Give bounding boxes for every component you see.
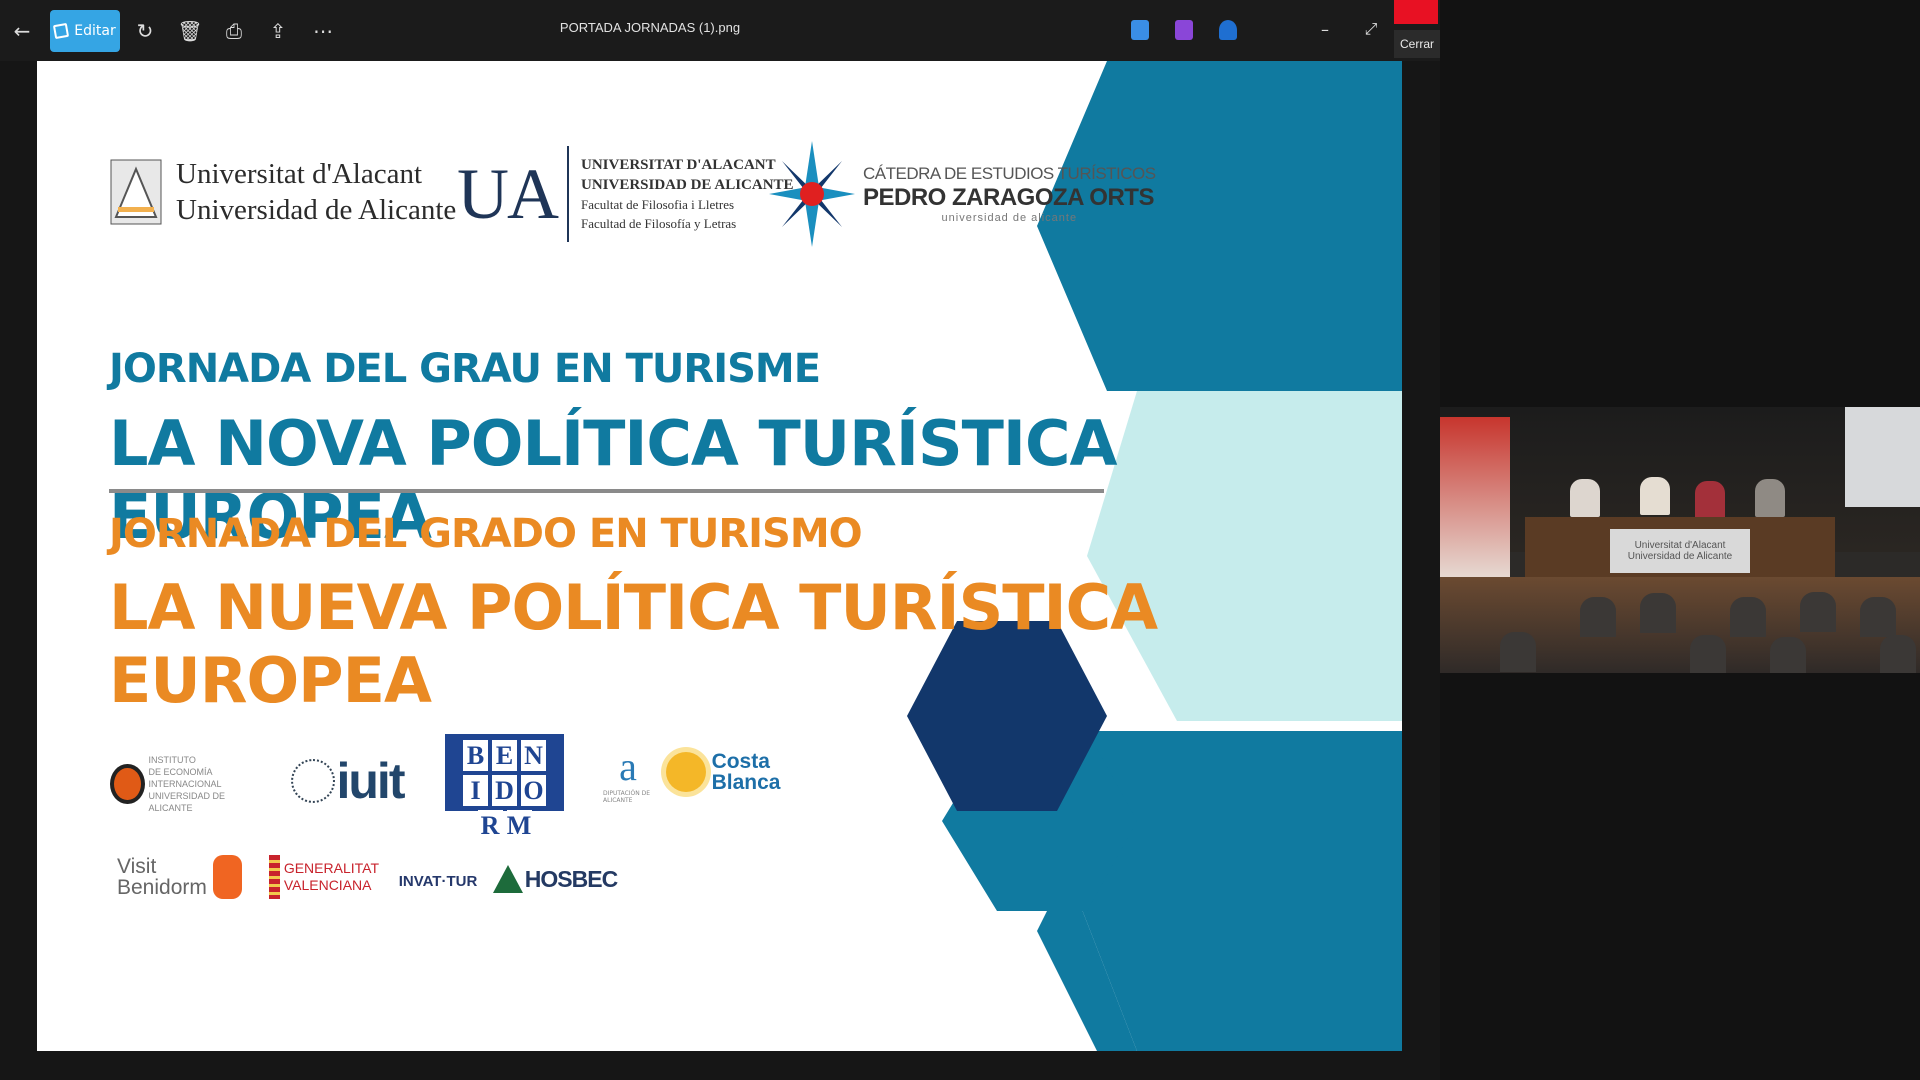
audience-member [1880,635,1916,673]
logo-iuit: iuit [287,736,407,826]
logo-instituto-economia-internacional: INSTITUTO DE ECONOMÍA INTERNACIONAL UNIV… [110,747,250,821]
file-title: PORTADA JORNADAS (1).png [559,20,741,35]
audience-member [1730,597,1766,637]
audience-member [1860,597,1896,637]
edit-button[interactable]: Editar [50,10,120,52]
logo-visit-benidorm: Visit Benidorm [117,847,242,907]
speaker [1695,481,1725,519]
logo-hosbec: HOSBEC [492,853,618,905]
app-icon-1[interactable] [1131,20,1149,40]
video-projector-screen [1845,407,1920,507]
spanish-title: LA NUEVA POLÍTICA TURÍSTICA EUROPEA [109,571,1158,717]
video-feed-conference-room: Universitat d'Alacant Universidad de Ali… [1440,407,1920,673]
photo-viewer-window: ← Editar ↻ 🗑 ⎙ ⇪ ⋯ PORTADA JORNADAS (1).… [0,0,1440,1080]
alicante-caption: DIPUTACIÓN DE ALICANTE [603,789,651,804]
sun-icon [665,752,706,792]
app-icon-2[interactable] [1175,20,1193,40]
benidorm-letter: B [463,740,488,771]
rotate-icon[interactable]: ↻ [125,10,165,52]
audience-member [1500,632,1536,672]
gva-line-2: VALENCIANA [283,877,372,893]
sign-line-2: Universidad de Alicante [1627,551,1733,562]
sign-line-1: Universitat d'Alacant [1634,540,1726,551]
video-roll-up-banner [1440,417,1510,587]
ua-line-1: Universitat d'Alacant [176,158,423,190]
iei-line-3: INTERNACIONAL [148,779,222,789]
catedra-line-2: PEDRO ZARAGOZA ORTS [863,184,1154,211]
app-icon-3[interactable] [1219,20,1237,40]
gva-line-1: GENERALITAT [283,860,379,876]
logo-facultad-filosofia: UA UNIVERSITAT D'ALACANT UNIVERSIDAD DE … [457,146,794,242]
audience-member [1770,637,1806,673]
audience-member [1690,635,1726,673]
ua-monogram: UA [457,146,569,242]
spanish-subtitle: JORNADA DEL GRADO EN TURISMO [109,511,863,557]
benidorm-letter: I [463,775,488,806]
iei-line-2: DE ECONOMÍA [148,767,213,777]
alicante-mark: a [619,743,637,789]
back-arrow-icon[interactable]: ← [2,10,42,52]
gva-shield-icon [269,855,280,899]
ua-fac-line-4: Facultad de Filosofía y Letras [581,216,737,231]
audience-member [1800,592,1836,632]
ua-emblem-icon [110,159,162,225]
logo-benidorm: B E N I D O R M [445,734,564,841]
logo-diputacion-alicante: a DIPUTACIÓN DE ALICANTE [603,734,653,812]
speaker [1570,479,1600,517]
iuit-text: iuit [336,753,406,809]
visit-line-1: Visit [117,855,157,878]
ua-fac-line-3: Facultat de Filosofia i Lletres [581,197,735,212]
minimize-icon[interactable]: – [1310,14,1340,44]
catedra-line-3: universidad de alicante [941,212,1078,224]
logo-catedra-estudios-turisticos: CÁTEDRA DE ESTUDIOS TURÍSTICOS PEDRO ZAR… [767,139,1156,249]
visit-line-2: Benidorm [117,876,207,899]
audience-member [1640,593,1676,633]
title-divider [109,489,1104,493]
compass-star-icon [769,141,855,247]
benidorm-letter: D [492,775,517,806]
iuit-globe-icon [290,759,335,803]
valencian-subtitle: JORNADA DEL GRAU EN TURISME [109,346,821,392]
costa-line-2: Blanca [711,771,781,794]
invat-text: INVAT·TUR [398,872,478,890]
visit-benidorm-badge-icon [212,855,242,899]
edit-button-label: Editar [74,23,116,39]
logo-universitat-alacant: Universitat d'Alacant Universidad de Ali… [110,156,456,228]
benidorm-letter: E [492,740,517,771]
benidorm-letter: O [521,775,546,806]
expand-icon[interactable]: ⤢ [1356,14,1386,44]
share-icon[interactable]: ⇪ [258,10,298,52]
ua-line-2: Universidad de Alicante [176,194,457,226]
hosbec-text: HOSBEC [524,865,618,892]
benidorm-letter: N [521,740,546,771]
costa-line-1: Costa [711,750,770,773]
benidorm-letter: R [477,810,503,841]
close-icon[interactable] [1394,0,1438,24]
hosbec-mountain-icon [492,865,523,893]
speaker [1640,477,1670,515]
more-icon[interactable]: ⋯ [303,10,343,52]
ua-fac-line-2: UNIVERSIDAD DE ALICANTE [581,177,794,193]
catedra-line-1: CÁTEDRA DE ESTUDIOS TURÍSTICOS [863,164,1156,183]
slide-image: Universitat d'Alacant Universidad de Ali… [37,61,1402,1051]
audience-member [1580,597,1616,637]
benidorm-letter: M [506,810,532,841]
iei-mark-icon [110,764,145,804]
video-table-sign: Universitat d'Alacant Universidad de Ali… [1610,529,1750,573]
edit-pen-icon [53,22,70,40]
ua-fac-line-1: UNIVERSITAT D'ALACANT [581,157,776,173]
viewer-toolbar: ← Editar ↻ 🗑 ⎙ ⇪ ⋯ PORTADA JORNADAS (1).… [0,0,1440,61]
close-tooltip: Cerrar [1394,30,1440,58]
logo-costa-blanca: Costa Blanca [663,737,783,807]
iei-line-1: INSTITUTO [148,755,196,765]
iei-line-4: UNIVERSIDAD DE ALICANTE [148,791,226,813]
print-icon[interactable]: ⎙ [214,10,254,52]
speaker [1755,479,1785,517]
trash-icon[interactable]: 🗑 [170,10,210,52]
logo-invat-tur: INVAT·TUR [393,856,483,906]
logo-generalitat-valenciana: GENERALITAT VALENCIANA [269,847,379,907]
